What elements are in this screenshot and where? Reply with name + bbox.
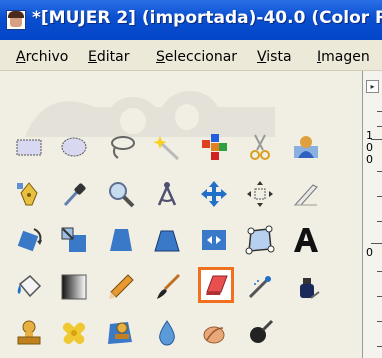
title-bar[interactable]: *[MUJER 2] (importada)-40.0 (Color R	[0, 0, 382, 40]
clone-tool[interactable]	[12, 316, 46, 350]
menu-imagen[interactable]: Imagen	[317, 49, 370, 65]
pen-nib-icon	[17, 182, 38, 206]
gradient-icon	[61, 274, 87, 300]
free-select-tool[interactable]	[104, 130, 138, 164]
bucket-fill-tool[interactable]	[12, 270, 46, 304]
eraser-icon	[206, 275, 228, 295]
scale-icon	[61, 227, 86, 252]
menu-bar: Archivo Editar Seleccionar Vista Imagen	[0, 40, 382, 71]
blur-tool[interactable]	[150, 316, 184, 350]
magnifier-icon	[109, 182, 135, 208]
ruler-label: 0	[366, 141, 373, 154]
blend-tool[interactable]	[57, 270, 91, 304]
shear-tool[interactable]	[104, 223, 138, 257]
paint-bucket-icon	[17, 274, 42, 298]
move-arrows-icon	[201, 181, 227, 207]
color-picker-tool[interactable]	[57, 177, 91, 211]
text-tool[interactable]	[289, 223, 323, 257]
cage-icon	[245, 225, 275, 255]
perspective-clone-tool[interactable]	[104, 316, 138, 350]
compass-icon	[157, 182, 177, 206]
eraser-tool[interactable]	[198, 267, 234, 303]
eyedropper-icon	[63, 183, 86, 207]
perspective-stamp-icon	[108, 322, 132, 344]
scissors-tool[interactable]	[243, 130, 277, 164]
heal-tool[interactable]	[57, 316, 91, 350]
pencil-icon	[109, 274, 134, 299]
flip-icon	[202, 230, 226, 250]
menu-editar[interactable]: Editar	[88, 49, 129, 65]
foreground-select-icon	[294, 136, 318, 158]
paintbrush-icon	[157, 273, 181, 299]
align-tool[interactable]	[243, 177, 277, 211]
measure-tool[interactable]	[150, 177, 184, 211]
flip-tool[interactable]	[197, 223, 231, 257]
move-tool[interactable]	[197, 177, 231, 211]
perspective-icon	[154, 230, 180, 252]
airbrush-tool[interactable]	[243, 270, 277, 304]
crop-tool[interactable]	[289, 177, 323, 211]
rotate-icon	[17, 228, 42, 252]
menu-archivo[interactable]: Archivo	[16, 49, 68, 65]
shear-icon	[110, 229, 132, 251]
align-icon	[247, 181, 273, 207]
rotate-tool[interactable]	[12, 223, 46, 257]
paths-tool[interactable]	[12, 177, 46, 211]
fuzzy-select-tool[interactable]	[150, 130, 184, 164]
ruler-label: 0	[366, 246, 373, 259]
crop-knife-icon	[293, 184, 318, 206]
ruler-label: 1	[366, 129, 373, 142]
menu-vista[interactable]: Vista	[257, 49, 292, 65]
ellipse-select-icon	[61, 137, 87, 157]
toolbox	[0, 71, 362, 358]
bandage-icon	[62, 322, 86, 345]
water-drop-icon	[159, 320, 175, 346]
app-icon	[6, 10, 26, 30]
menu-seleccionar[interactable]: Seleccionar	[156, 49, 237, 65]
smudge-tool[interactable]	[197, 316, 231, 350]
ruler-label: 0	[366, 153, 373, 166]
text-a-icon	[294, 228, 318, 252]
cage-transform-tool[interactable]	[243, 223, 277, 257]
zoom-tool[interactable]	[104, 177, 138, 211]
ink-tool[interactable]	[289, 270, 323, 304]
lasso-icon	[111, 136, 135, 159]
color-select-tool[interactable]	[197, 130, 231, 164]
wilber-drop-area-icon	[25, 91, 275, 137]
stamp-icon	[17, 320, 41, 345]
ink-bottle-icon	[300, 278, 320, 299]
magic-wand-icon	[153, 136, 180, 161]
ellipse-select-tool[interactable]	[57, 130, 91, 164]
foreground-select-tool[interactable]	[289, 130, 323, 164]
navigate-icon[interactable]: ▸	[366, 80, 379, 93]
color-select-icon	[202, 134, 227, 160]
paintbrush-tool[interactable]	[150, 270, 184, 304]
dodge-burn-icon	[250, 319, 274, 343]
perspective-tool[interactable]	[150, 223, 184, 257]
smudge-finger-icon	[203, 326, 225, 344]
window-title: *[MUJER 2] (importada)-40.0 (Color R	[32, 8, 382, 28]
dodge-burn-tool[interactable]	[243, 316, 277, 350]
vertical-ruler: ▸ 1 0 0 0	[362, 71, 382, 358]
scissors-icon	[250, 134, 270, 160]
pencil-tool[interactable]	[104, 270, 138, 304]
rect-select-tool[interactable]	[12, 130, 46, 164]
scale-tool[interactable]	[57, 223, 91, 257]
rect-select-icon	[16, 139, 42, 156]
airbrush-icon	[248, 276, 271, 299]
